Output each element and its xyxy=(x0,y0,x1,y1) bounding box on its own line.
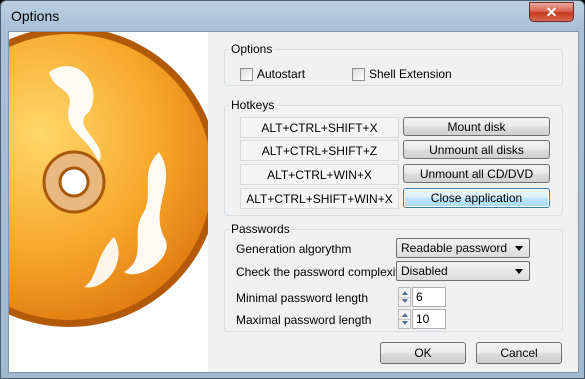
complexity-dropdown[interactable]: Disabled xyxy=(396,261,530,281)
spin-down-icon[interactable] xyxy=(402,299,408,303)
max-length-label: Maximal password length xyxy=(236,313,372,327)
min-length-input[interactable]: 6 xyxy=(412,287,446,307)
window-title: Options xyxy=(11,8,60,24)
spin-up-icon[interactable] xyxy=(402,291,408,295)
hotkey-field-close-app[interactable]: ALT+CTRL+SHIFT+WIN+X xyxy=(240,188,399,209)
chevron-down-icon xyxy=(515,246,523,251)
generation-label: Generation algorythm xyxy=(236,242,352,256)
generation-dropdown[interactable]: Readable password xyxy=(396,238,530,258)
cancel-button[interactable]: Cancel xyxy=(476,342,562,364)
mount-disk-button[interactable]: Mount disk xyxy=(403,117,550,136)
ok-button[interactable]: OK xyxy=(380,342,466,364)
autostart-checkbox[interactable]: Autostart xyxy=(240,67,305,81)
disc-illustration xyxy=(9,32,208,372)
dialog-client-area: Options Autostart Shell Extension Hotkey… xyxy=(8,31,579,373)
close-button[interactable]: ✕ xyxy=(529,2,574,22)
generation-value: Readable password xyxy=(401,241,508,255)
shell-extension-label: Shell Extension xyxy=(369,67,452,81)
close-application-button[interactable]: Close application xyxy=(403,188,550,208)
hotkeys-legend: Hotkeys xyxy=(231,98,275,112)
options-window: Options ✕ Options Autostart Shell Extens… xyxy=(0,0,585,379)
passwords-legend: Passwords xyxy=(231,222,290,236)
hotkey-field-unmount-all[interactable]: ALT+CTRL+SHIFT+Z xyxy=(240,140,399,161)
min-length-spinner[interactable] xyxy=(398,287,411,307)
shell-extension-checkbox[interactable]: Shell Extension xyxy=(352,67,452,81)
autostart-box[interactable] xyxy=(240,67,253,81)
cd-disc-icon xyxy=(9,32,208,327)
unmount-cd-dvd-button[interactable]: Unmount all CD/DVD xyxy=(403,164,550,183)
hotkey-field-unmount-cd[interactable]: ALT+CTRL+WIN+X xyxy=(240,164,399,185)
complexity-label: Check the password complexity xyxy=(236,265,405,279)
spin-up-icon[interactable] xyxy=(402,313,408,317)
max-length-spinner[interactable] xyxy=(398,309,411,329)
max-length-input[interactable]: 10 xyxy=(412,309,446,329)
complexity-value: Disabled xyxy=(401,264,448,278)
chevron-down-icon xyxy=(515,269,523,274)
spin-down-icon[interactable] xyxy=(402,321,408,325)
options-legend: Options xyxy=(231,42,273,56)
min-length-label: Minimal password length xyxy=(236,291,369,305)
unmount-all-disks-button[interactable]: Unmount all disks xyxy=(403,140,550,159)
autostart-label: Autostart xyxy=(257,67,306,81)
hotkey-field-mount[interactable]: ALT+CTRL+SHIFT+X xyxy=(240,117,399,138)
title-bar[interactable]: Options ✕ xyxy=(1,1,584,31)
close-icon: ✕ xyxy=(545,4,558,20)
shell-extension-box[interactable] xyxy=(352,67,365,81)
